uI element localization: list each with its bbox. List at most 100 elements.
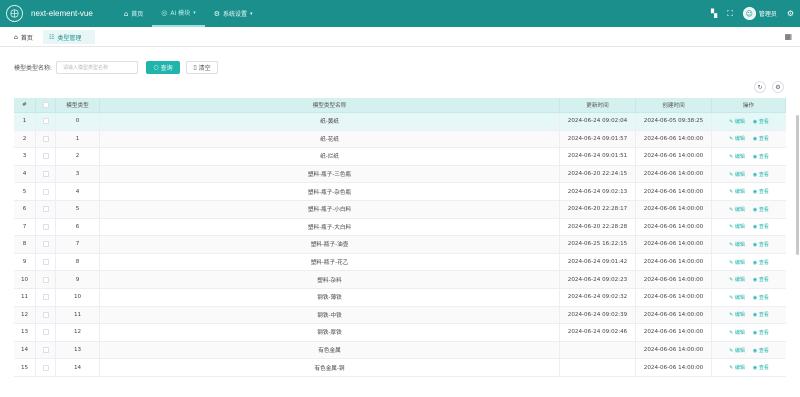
row-index: 7	[14, 218, 36, 236]
view-button[interactable]: ◉ 查看	[753, 259, 769, 266]
row-model-type: 4	[56, 183, 100, 200]
view-button[interactable]: ◉ 查看	[753, 118, 769, 125]
row-checkbox[interactable]	[42, 188, 49, 195]
view-button[interactable]: ◉ 查看	[753, 311, 769, 318]
row-actions: ✎ 编辑 ◉ 查看	[712, 271, 786, 288]
row-checkbox[interactable]	[42, 241, 49, 248]
tag-home[interactable]: ⌂ 首页	[8, 30, 39, 44]
row-checkbox[interactable]	[42, 223, 49, 230]
fullscreen-icon[interactable]: ⛶	[727, 9, 733, 19]
col-model-type-name[interactable]: 模型类型名称	[100, 98, 560, 112]
view-button[interactable]: ◉ 查看	[753, 153, 769, 160]
table-row[interactable]: 13 12 钢铁-厚铁 2024-06-24 09:02:46 2024-06-06 1…	[14, 324, 786, 342]
row-index: 14	[14, 341, 36, 359]
row-select	[36, 359, 56, 376]
edit-button[interactable]: ✎ 编辑	[729, 223, 745, 230]
view-button[interactable]: ◉ 查看	[753, 276, 769, 283]
tag-type-management[interactable]: ☷ 类型管理	[43, 30, 95, 44]
edit-button[interactable]: ✎ 编辑	[729, 118, 745, 125]
edit-button[interactable]: ✎ 编辑	[729, 171, 745, 178]
chevron-down-icon: ▾	[193, 9, 196, 16]
edit-button[interactable]: ✎ 编辑	[729, 153, 745, 160]
eye-icon: ◉	[752, 259, 758, 266]
language-icon[interactable]: ▚	[711, 9, 717, 18]
table-row[interactable]: 9 8 塑料-瓶子-花乙 2024-06-24 09:01:42 2024-06-06 …	[14, 253, 786, 272]
table-row[interactable]: 12 11 钢铁-中铁 2024-06-24 09:02:39 2024-06-06 1…	[14, 306, 786, 325]
topnav-ai-module[interactable]: ◎ AI 模块 ▾	[152, 0, 205, 27]
home-icon: ⌂	[123, 9, 129, 18]
row-checkbox[interactable]	[42, 153, 49, 160]
row-checkbox[interactable]	[42, 171, 49, 178]
col-created-time[interactable]: 创建时间	[636, 98, 712, 112]
row-actions: ✎ 编辑 ◉ 查看	[712, 359, 786, 376]
row-checkbox[interactable]	[42, 135, 49, 142]
query-button[interactable]: ○ 查询	[146, 60, 181, 74]
edit-button[interactable]: ✎ 编辑	[729, 276, 745, 283]
row-checkbox[interactable]	[42, 364, 49, 371]
table-row[interactable]: 6 5 塑料-瓶子-小白料 2024-06-20 22:28:17 2024-06-06…	[14, 200, 786, 219]
view-label: 查看	[758, 206, 769, 213]
row-checkbox[interactable]	[42, 118, 49, 125]
col-model-type[interactable]: 模型类型	[56, 98, 100, 112]
table-row[interactable]: 14 13 有色金属 2024-06-06 14:00:00 ✎ 编辑 ◉ 查看	[14, 341, 786, 360]
view-button[interactable]: ◉ 查看	[753, 206, 769, 213]
app-logo[interactable]	[6, 5, 23, 22]
row-checkbox[interactable]	[42, 311, 49, 318]
edit-button[interactable]: ✎ 编辑	[729, 347, 745, 354]
row-checkbox[interactable]	[42, 347, 49, 354]
view-button[interactable]: ◉ 查看	[753, 171, 769, 178]
edit-button[interactable]: ✎ 编辑	[729, 259, 745, 266]
row-select	[36, 165, 56, 183]
row-created-time: 2024-06-06 14:00:00	[636, 288, 712, 306]
table-row[interactable]: 11 10 钢铁-薄铁 2024-06-24 09:02:32 2024-06-06 1…	[14, 288, 786, 307]
edit-button[interactable]: ✎ 编辑	[729, 206, 745, 213]
edit-button[interactable]: ✎ 编辑	[729, 135, 745, 142]
topnav-system-settings[interactable]: ⚙ 系统设置 ▾	[205, 0, 262, 27]
view-button[interactable]: ◉ 查看	[753, 188, 769, 195]
view-button[interactable]: ◉ 查看	[753, 329, 769, 336]
col-actions: 操作	[712, 98, 786, 112]
user-menu[interactable]: ☺ 管理员	[742, 7, 777, 20]
table-scrollbar[interactable]	[796, 115, 799, 255]
table-row[interactable]: 8 7 塑料-瓶子-油壶 2024-06-25 16:22:15 2024-06-06 …	[14, 236, 786, 254]
view-button[interactable]: ◉ 查看	[753, 241, 769, 248]
select-all-checkbox[interactable]	[42, 102, 49, 108]
tags-menu-icon[interactable]: ▦	[784, 32, 792, 41]
row-checkbox[interactable]	[42, 294, 49, 301]
edit-button[interactable]: ✎ 编辑	[729, 311, 745, 318]
table-row[interactable]: 2 1 纸-花纸 2024-06-24 09:01:57 2024-06-06 14:0…	[14, 130, 786, 149]
row-select	[36, 253, 56, 271]
view-button[interactable]: ◉ 查看	[753, 294, 769, 301]
gear-icon[interactable]: ⚙	[787, 9, 794, 18]
view-button[interactable]: ◉ 查看	[753, 223, 769, 230]
table-row[interactable]: 7 6 塑料-瓶子-大白料 2024-06-20 22:28:28 2024-06-06…	[14, 218, 786, 237]
table-row[interactable]: 3 2 纸-烂纸 2024-06-24 09:01:51 2024-06-06 14:0…	[14, 148, 786, 166]
search-input[interactable]: 请输入模型类型名称	[56, 60, 139, 74]
reset-button[interactable]: ▯ 清空	[186, 60, 219, 74]
row-model-type-name: 塑料-瓶子-大白料	[100, 218, 560, 236]
view-button[interactable]: ◉ 查看	[753, 347, 769, 354]
edit-button[interactable]: ✎ 编辑	[729, 294, 745, 301]
row-checkbox[interactable]	[42, 276, 49, 283]
edit-button[interactable]: ✎ 编辑	[729, 241, 745, 248]
edit-button[interactable]: ✎ 编辑	[729, 329, 745, 336]
row-index: 11	[14, 288, 36, 306]
eye-icon: ◉	[752, 241, 758, 248]
edit-button[interactable]: ✎ 编辑	[729, 364, 745, 371]
row-checkbox[interactable]	[42, 206, 49, 213]
view-button[interactable]: ◉ 查看	[753, 135, 769, 142]
column-settings-icon[interactable]: ⚙	[772, 81, 784, 93]
view-button[interactable]: ◉ 查看	[753, 364, 769, 371]
table-row[interactable]: 4 3 塑料-瓶子-三色瓶 2024-06-20 22:24:15 2024-06-06…	[14, 165, 786, 184]
refresh-icon[interactable]: ↻	[754, 81, 766, 93]
table-row[interactable]: 1 0 纸-黄纸 2024-06-24 09:02:04 2024-06-05 09:3…	[14, 113, 786, 131]
row-created-time: 2024-06-06 14:00:00	[636, 306, 712, 324]
row-checkbox[interactable]	[42, 329, 49, 336]
topnav-home[interactable]: ⌂ 首页	[115, 0, 152, 27]
table-row[interactable]: 5 4 塑料-瓶子-杂色瓶 2024-06-24 09:02:13 2024-06-06…	[14, 183, 786, 201]
table-row[interactable]: 10 9 塑料-杂料 2024-06-24 09:02:23 2024-06-06 14…	[14, 271, 786, 289]
row-checkbox[interactable]	[42, 259, 49, 266]
table-row[interactable]: 15 14 有色金属-铜 2024-06-06 14:00:00 ✎ 编辑 ◉ 查看	[14, 359, 786, 377]
col-updated-time[interactable]: 更新时间	[560, 98, 636, 112]
edit-button[interactable]: ✎ 编辑	[729, 188, 745, 195]
